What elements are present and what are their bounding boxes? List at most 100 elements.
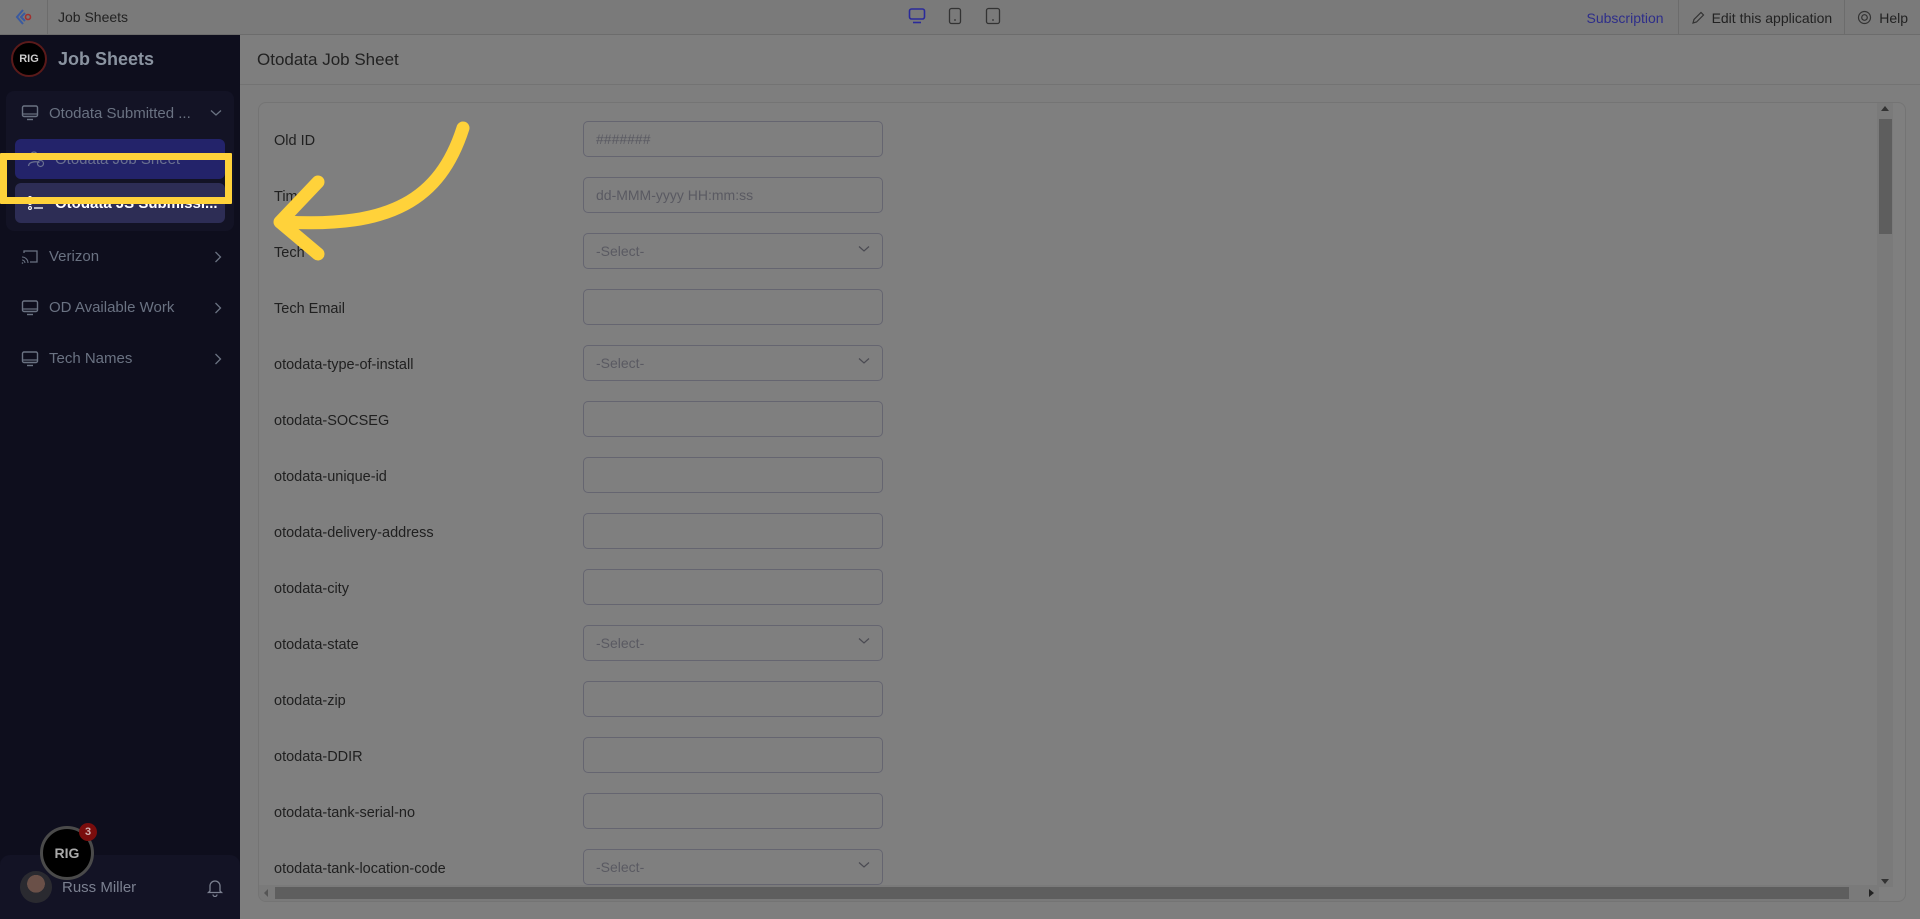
field-label: Tim [274, 189, 298, 205]
form-row: Tech Email [259, 289, 1159, 345]
app-title: Job Sheets [58, 9, 129, 25]
chevron-down-icon [858, 638, 870, 644]
edit-application-button[interactable]: Edit this application [1679, 0, 1846, 35]
scroll-right-arrow[interactable] [1869, 889, 1874, 897]
sidebar-item-od-available-work[interactable]: OD Available Work [0, 282, 240, 333]
tablet-preview-button[interactable] [946, 6, 964, 26]
sidebar-brand: RIG Job Sheets [0, 35, 240, 83]
form-row: Tech -Select- [259, 233, 1159, 289]
field-label: otodata-tank-location-code [274, 861, 446, 877]
help-label: Help [1879, 9, 1908, 26]
field-placeholder: -Select- [596, 243, 645, 259]
sidebar-item-tech-names[interactable]: Tech Names [0, 333, 240, 384]
text-input[interactable] [583, 681, 883, 717]
form-row: otodata-unique-id [259, 457, 1159, 513]
vertical-scroll-thumb[interactable] [1879, 119, 1892, 234]
text-input[interactable] [583, 569, 883, 605]
text-input[interactable] [583, 513, 883, 549]
form-row: Old ID ####### [259, 121, 1159, 177]
form-row: otodata-type-of-install -Select- [259, 345, 1159, 401]
chevron-right-icon [215, 302, 222, 313]
pencil-icon [1691, 11, 1704, 24]
edit-application-label: Edit this application [1711, 9, 1833, 26]
sidebar-group-otodata-submitted: Otodata Submitted ... Otodata Job Sheet [6, 91, 234, 231]
sidebar-item-label: Verizon [49, 248, 100, 265]
scroll-up-arrow[interactable] [1881, 106, 1889, 111]
page-title: Otodata Job Sheet [240, 35, 1920, 85]
user-profile-bar[interactable]: Russ Miller [0, 855, 240, 919]
sidebar-item-otodata-job-sheet[interactable]: Otodata Job Sheet [15, 139, 225, 179]
chevron-down-icon [858, 358, 870, 364]
app-home-button[interactable] [0, 0, 48, 35]
top-bar: Job Sheets Subscription Edit this applic… [0, 0, 1920, 35]
bell-icon[interactable] [206, 877, 224, 897]
help-button[interactable]: Help [1845, 0, 1920, 35]
select-dropdown[interactable]: -Select- [583, 849, 883, 885]
scroll-left-arrow[interactable] [264, 889, 268, 897]
cast-icon [21, 249, 38, 264]
field-label: otodata-type-of-install [274, 357, 414, 373]
chevron-down-icon [858, 246, 870, 252]
desktop-preview-button[interactable] [908, 6, 926, 26]
field-label: otodata-zip [274, 693, 346, 709]
tablet-icon [948, 7, 962, 25]
scroll-down-arrow[interactable] [1881, 879, 1889, 884]
form-row: Tim dd-MMM-yyyy HH:mm:ss [259, 177, 1159, 233]
field-label: otodata-unique-id [274, 469, 387, 485]
field-label: otodata-state [274, 637, 359, 653]
text-input[interactable] [583, 289, 883, 325]
user-name: Russ Miller [62, 878, 137, 896]
field-label: otodata-DDIR [274, 749, 363, 765]
field-label: Old ID [274, 133, 316, 149]
field-label: otodata-SOCSEG [274, 413, 390, 429]
field-placeholder: dd-MMM-yyyy HH:mm:ss [596, 187, 754, 203]
horizontal-scrollbar[interactable] [259, 885, 1879, 901]
text-input[interactable] [583, 793, 883, 829]
sidebar-item-otodata-js-submissions[interactable]: Otodata JS Submissi... [15, 183, 225, 223]
help-lifebuoy-icon [1858, 10, 1872, 25]
chevron-right-icon [215, 353, 222, 364]
sidebar-group-toggle[interactable]: Otodata Submitted ... [6, 91, 234, 135]
select-dropdown[interactable]: -Select- [583, 345, 883, 381]
text-input[interactable] [583, 457, 883, 493]
select-dropdown[interactable]: -Select- [583, 625, 883, 661]
chevron-down-icon [210, 110, 222, 116]
form-row: otodata-DDIR [259, 737, 1159, 793]
horizontal-scroll-thumb[interactable] [275, 887, 1849, 899]
field-label: Tech Email [274, 301, 345, 317]
monitor-icon [21, 350, 39, 366]
field-label: Tech [274, 245, 305, 261]
subscription-link[interactable]: Subscription [1573, 0, 1679, 35]
top-bar-actions: Subscription Edit this application Help [1573, 0, 1920, 35]
mobile-preview-button[interactable] [984, 6, 1002, 26]
text-input[interactable] [583, 401, 883, 437]
sidebar-item-verizon[interactable]: Verizon [0, 231, 240, 282]
chevron-right-icon [215, 251, 222, 262]
vertical-scrollbar[interactable] [1877, 103, 1893, 887]
field-placeholder: -Select- [596, 635, 645, 651]
notification-badge: 3 [79, 823, 97, 841]
form-row: otodata-state -Select- [259, 625, 1159, 681]
text-input[interactable]: dd-MMM-yyyy HH:mm:ss [583, 177, 883, 213]
monitor-icon [21, 105, 39, 121]
field-label: otodata-tank-serial-no [274, 805, 416, 821]
brand-logo: RIG [11, 41, 47, 77]
sidebar-group-label: Otodata Submitted ... [49, 104, 191, 122]
field-label: otodata-city [274, 581, 349, 597]
text-input[interactable] [583, 737, 883, 773]
sidebar: RIG Job Sheets Otodata Submitted ... Oto… [0, 35, 240, 919]
user-clock-icon [27, 151, 45, 168]
chevron-down-icon [858, 862, 870, 868]
field-placeholder: -Select- [596, 355, 645, 371]
sidebar-item-label: Tech Names [49, 350, 133, 367]
form-row: otodata-SOCSEG [259, 401, 1159, 457]
form-row: otodata-delivery-address [259, 513, 1159, 569]
sidebar-item-label: Otodata Job Sheet [55, 150, 181, 168]
text-input[interactable]: ####### [583, 121, 883, 157]
field-placeholder: -Select- [596, 859, 645, 875]
select-dropdown[interactable]: -Select- [583, 233, 883, 269]
field-placeholder: ####### [596, 131, 651, 147]
field-label: otodata-delivery-address [274, 525, 434, 541]
mobile-icon [985, 7, 1001, 25]
device-preview-switcher [908, 6, 1002, 26]
